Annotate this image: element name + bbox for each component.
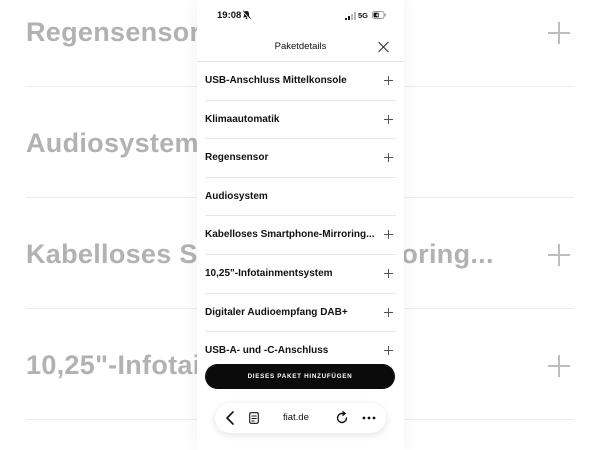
list-item[interactable]: USB-Anschluss Mittelkonsole [205,62,396,101]
list-item[interactable]: Klimaautomatik [205,101,396,140]
plus-icon[interactable] [384,153,393,163]
plus-icon [548,21,570,44]
list-item-label: Digitaler Audioempfang DAB+ [205,306,348,318]
sheet-title: Paketdetails [274,41,327,52]
plus-icon[interactable] [384,76,393,85]
add-package-button[interactable]: DIESES PAKET HINZUFÜGEN [205,364,395,389]
plus-icon[interactable] [384,346,393,356]
back-arrow-icon[interactable] [221,408,241,428]
list-item-label: Audiosystem [205,190,268,202]
list-item-label: 10,25"-Infotainmentsystem [205,267,333,279]
background-row-label: Regensensor [26,17,201,47]
bell-muted-icon [242,10,251,20]
list-item-label: Kabelloses Smartphone-Mirroring... [205,229,374,241]
network-type: 5G [358,11,369,20]
list-item-label: Regensensor [205,152,269,164]
sheet-header: Paketdetails [197,34,404,60]
background-row-label: Audiosystem [26,128,199,158]
plus-icon [548,354,570,377]
list-item-label: USB-Anschluss Mittelkonsole [205,75,347,86]
url-field[interactable]: fiat.de [283,412,309,423]
signal-icon [345,12,356,20]
plus-icon[interactable] [384,268,393,278]
status-bar: 19:08 5G 43 [197,0,404,30]
list-item-label: USB-A- und -C-Anschluss [205,345,329,357]
battery-icon: 43 [372,11,386,19]
battery-level: 43 [376,13,381,18]
plus-icon[interactable] [384,230,393,240]
status-time: 19:08 [217,10,242,21]
plus-icon[interactable] [384,307,393,317]
close-icon[interactable] [378,41,390,53]
list-item[interactable]: Regensensor [205,139,396,178]
list-item[interactable]: 10,25"-Infotainmentsystem [205,255,396,294]
list-item[interactable]: Kabelloses Smartphone-Mirroring... [205,216,396,255]
phone-screen: 19:08 5G 43 Paketdetails USB-Anschluss M… [197,0,404,450]
plus-icon[interactable] [384,114,393,124]
reload-icon[interactable] [335,411,349,425]
reader-icon[interactable] [249,412,259,424]
list-item: Audiosystem [205,178,396,217]
plus-icon [548,243,570,266]
list-item-label: Klimaautomatik [205,113,280,125]
list-item[interactable]: Digitaler Audioempfang DAB+ [205,294,396,333]
browser-toolbar: fiat.de [215,403,386,433]
package-items-list: USB-Anschluss Mittelkonsole Klimaautomat… [197,62,404,371]
more-icon[interactable] [361,411,377,425]
